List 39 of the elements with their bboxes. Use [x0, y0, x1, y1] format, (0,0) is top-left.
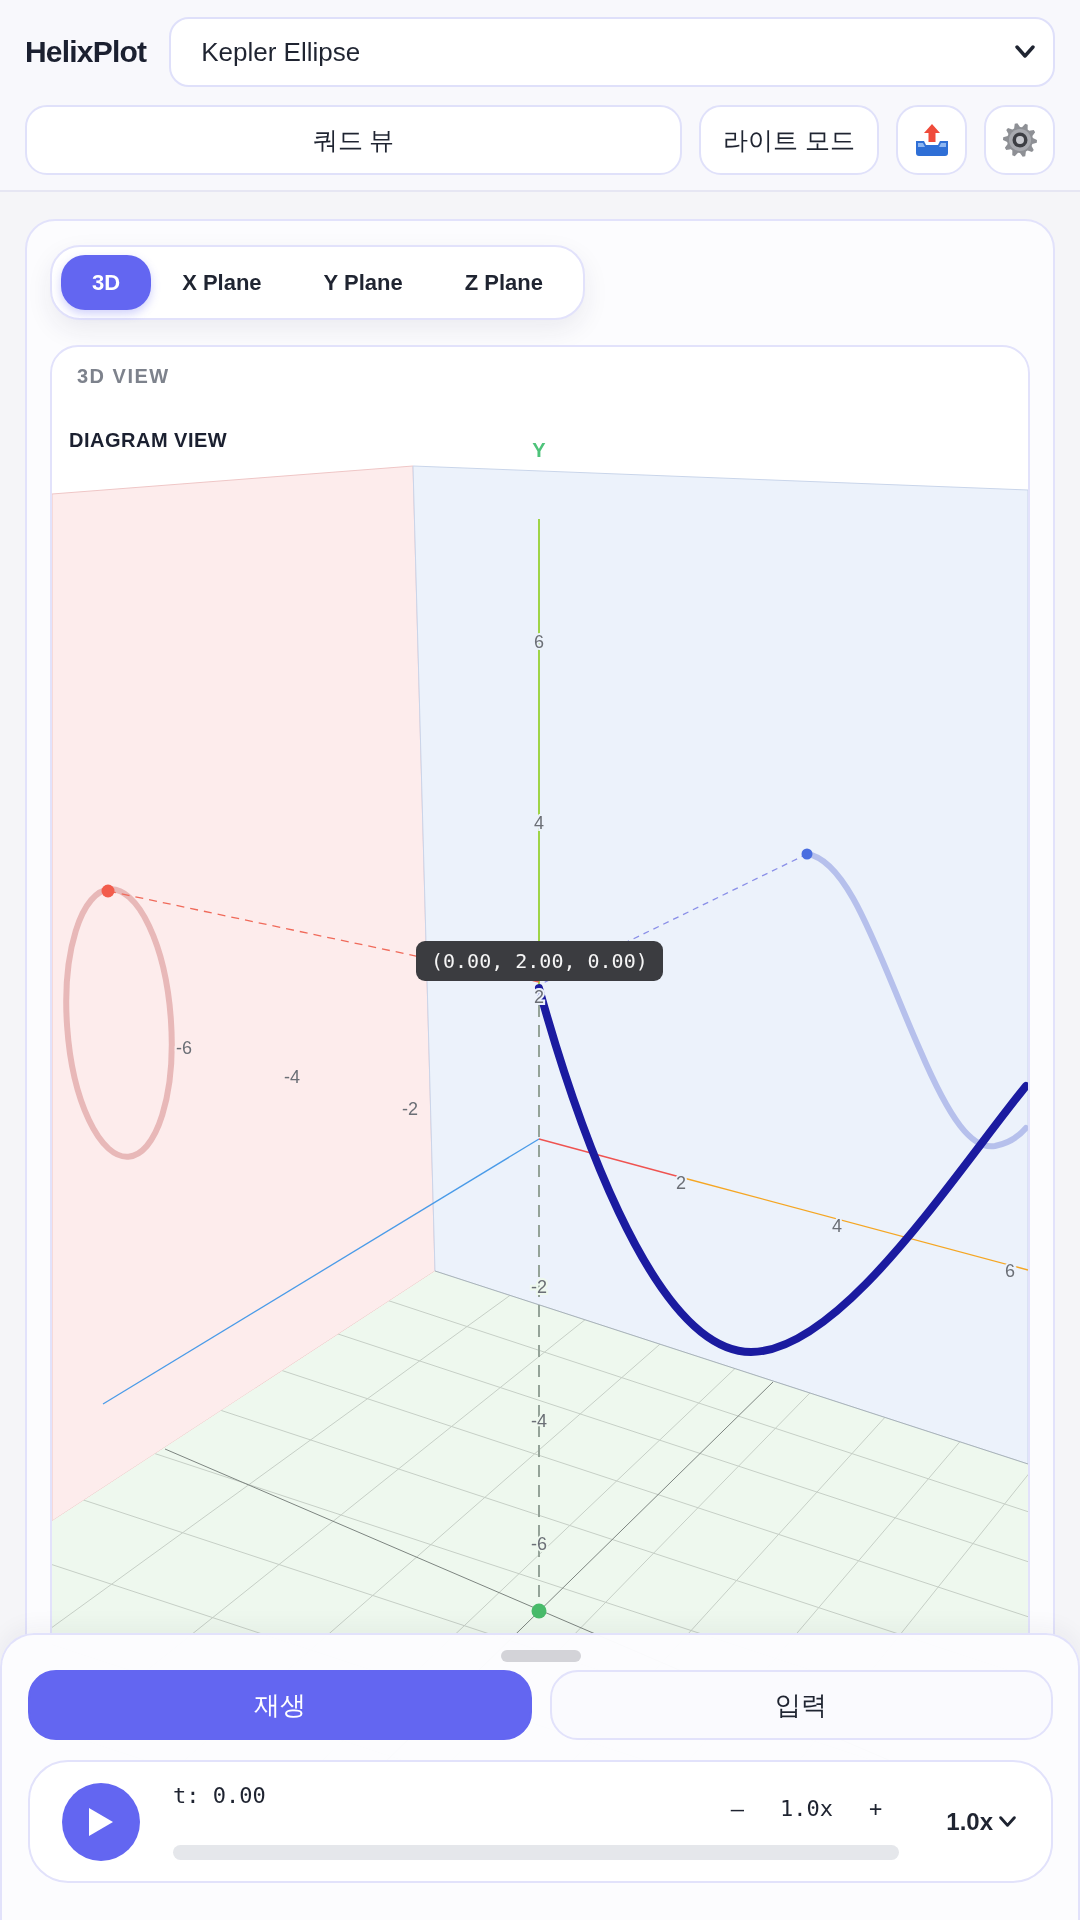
- view-tab[interactable]: X Plane: [151, 255, 293, 310]
- time-readout: t: 0.00: [173, 1783, 266, 1809]
- axis-tick-label: 6: [1005, 1261, 1015, 1281]
- speed-decrease-button[interactable]: –: [728, 1796, 747, 1822]
- axis-tick-label: -6: [176, 1038, 192, 1058]
- speed-select[interactable]: 1.0x: [946, 1807, 1016, 1836]
- view-tab[interactable]: 3D: [61, 255, 152, 310]
- axis-tick-label: -4: [531, 1411, 547, 1431]
- projection-point: [101, 884, 115, 898]
- app-title: HelixPlot: [25, 35, 147, 69]
- settings-button[interactable]: [984, 105, 1055, 175]
- panel-title: 3D VIEW: [76, 364, 171, 389]
- view-tab[interactable]: Z Plane: [433, 255, 574, 310]
- chevron-down-icon: [999, 1815, 1016, 1828]
- axis-tick-label: -2: [402, 1099, 418, 1119]
- quad-view-button[interactable]: 쿼드 뷰: [25, 105, 683, 175]
- chevron-down-icon: [1015, 45, 1035, 59]
- progress-track[interactable]: [173, 1845, 900, 1860]
- settings-gear-icon: [1001, 122, 1038, 158]
- axis-label: Y: [532, 439, 546, 461]
- speed-readout: 1.0x: [780, 1796, 834, 1822]
- speed-increase-button[interactable]: +: [867, 1796, 885, 1822]
- axis-tick-label: -6: [531, 1534, 547, 1554]
- play-icon: [89, 1807, 113, 1836]
- canvas-label: DIAGRAM VIEW: [69, 429, 228, 452]
- point-tooltip: (0.00, 2.00, 0.00): [416, 941, 663, 981]
- mode-tab[interactable]: 재생: [28, 1670, 532, 1740]
- mode-tab[interactable]: 입력: [549, 1670, 1053, 1740]
- export-button[interactable]: [896, 105, 967, 175]
- view-tab[interactable]: Y Plane: [292, 255, 434, 310]
- axis-tick-label: -2: [531, 1277, 547, 1297]
- axis-tick-label: 2: [676, 1173, 686, 1193]
- drag-handle[interactable]: [500, 1650, 581, 1662]
- axis-tick-label: -4: [284, 1067, 300, 1087]
- theme-toggle-button[interactable]: 라이트 모드: [699, 105, 879, 175]
- axis-tick-label: 4: [832, 1216, 842, 1236]
- projection-point: [531, 1603, 547, 1619]
- projection-point: [801, 848, 813, 860]
- preset-select[interactable]: Kepler Ellipse: [169, 17, 1055, 87]
